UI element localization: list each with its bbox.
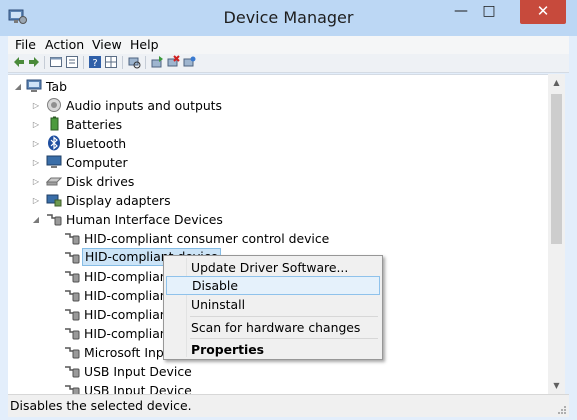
menu-action[interactable]: Action: [45, 36, 84, 54]
tree-category-label: Audio inputs and outputs: [66, 98, 222, 113]
expand-arrow-icon[interactable]: ▷: [32, 158, 40, 168]
tree-device-label: Microsoft Inpu: [84, 345, 172, 360]
disk-drive-icon: [46, 177, 62, 186]
tree-device-label: USB Input Device: [84, 364, 192, 379]
grid-icon[interactable]: [104, 55, 118, 69]
tree-root-label: Tab: [46, 79, 67, 94]
hid-device-icon: [65, 271, 80, 283]
menu-uninstall[interactable]: Uninstall: [166, 295, 380, 314]
maximize-button[interactable]: □: [475, 0, 503, 24]
vertical-scrollbar[interactable]: ▲ ▼: [548, 74, 565, 394]
tree-device-label: HID-compliant: [84, 326, 173, 341]
expand-arrow-icon[interactable]: ▷: [32, 139, 40, 149]
hid-device-icon: [65, 252, 80, 264]
resize-grip-icon[interactable]: [557, 405, 567, 415]
collapse-arrow-icon[interactable]: ◢: [32, 215, 40, 225]
toolbar-separator: [44, 56, 45, 69]
svg-text:?: ?: [92, 58, 97, 69]
tree-category-label: Display adapters: [66, 193, 171, 208]
scroll-thumb[interactable]: [551, 94, 562, 244]
tree-device-label: HID-compliant: [84, 288, 173, 303]
status-bar: Disables the selected device.: [8, 394, 569, 417]
menu-view[interactable]: View: [92, 36, 122, 54]
expand-arrow-icon[interactable]: ▷: [32, 120, 40, 130]
expand-arrow-icon[interactable]: ▷: [32, 177, 40, 187]
menu-separator: [190, 316, 378, 317]
menu-properties[interactable]: Properties: [166, 340, 380, 359]
properties-icon[interactable]: [49, 55, 63, 69]
expand-arrow-icon[interactable]: ▷: [32, 196, 40, 206]
scroll-up-arrow-icon[interactable]: ▲: [548, 74, 565, 91]
hid-device-icon: [65, 309, 80, 321]
device-manager-window: Device Manager — □ ✕ File Action View He…: [0, 0, 577, 420]
expand-arrow-icon[interactable]: ▷: [32, 101, 40, 111]
hid-device-icon: [65, 290, 80, 302]
tree-category-label: Computer: [66, 155, 128, 170]
monitor-icon: [46, 155, 62, 168]
tree-device-label: HID-compliant consumer control device: [84, 231, 330, 246]
computer-icon: [26, 79, 42, 92]
help-icon[interactable]: ?: [88, 55, 102, 69]
tree-category-label: Batteries: [66, 117, 123, 132]
toolbar-separator: [83, 56, 84, 69]
hid-device-icon: [65, 347, 80, 359]
tree-device-label: USB Input Device: [84, 383, 192, 395]
back-icon[interactable]: [12, 55, 26, 69]
tree-category-label: Bluetooth: [66, 136, 127, 151]
status-text: Disables the selected device.: [10, 398, 192, 413]
update-driver-icon[interactable]: [150, 55, 164, 69]
tree-category-label: Disk drives: [66, 174, 135, 189]
menu-bar: File Action View Help: [8, 36, 569, 54]
minimize-button[interactable]: —: [447, 0, 475, 24]
speaker-icon: [47, 98, 61, 112]
toolbar-separator: [145, 56, 146, 69]
menu-update-driver-software[interactable]: Update Driver Software...: [166, 258, 380, 277]
menu-disable[interactable]: Disable: [166, 276, 380, 295]
battery-icon: [50, 116, 59, 131]
uninstall-icon[interactable]: [166, 55, 180, 69]
bluetooth-icon: [48, 135, 60, 151]
toolbar-separator: [122, 56, 123, 69]
display-adapter-icon: [46, 194, 62, 207]
menu-file[interactable]: File: [15, 36, 36, 54]
tree-device-label: HID-compliant: [84, 269, 173, 284]
tree-device-label: HID-compliant: [84, 307, 173, 322]
tree-category-label: Human Interface Devices: [66, 212, 223, 227]
scan-hardware-icon[interactable]: [127, 55, 141, 69]
show-hide-icon[interactable]: [65, 55, 79, 69]
menu-help[interactable]: Help: [130, 36, 159, 54]
menu-separator: [190, 338, 378, 339]
add-legacy-icon[interactable]: [182, 55, 196, 69]
hid-device-icon: [65, 366, 80, 378]
context-menu: Update Driver Software... Disable Uninst…: [163, 255, 383, 360]
toolbar: ?: [8, 54, 569, 73]
hid-device-icon: [65, 328, 80, 340]
collapse-arrow-icon[interactable]: ◢: [14, 82, 22, 92]
forward-icon[interactable]: [27, 55, 41, 69]
menu-scan-hardware-changes[interactable]: Scan for hardware changes: [166, 318, 380, 337]
hid-icon: [47, 214, 62, 226]
close-button[interactable]: ✕: [520, 0, 566, 24]
scroll-down-arrow-icon[interactable]: ▼: [548, 377, 565, 394]
hid-device-icon: [65, 233, 80, 245]
title-bar[interactable]: Device Manager — □ ✕: [0, 0, 577, 36]
